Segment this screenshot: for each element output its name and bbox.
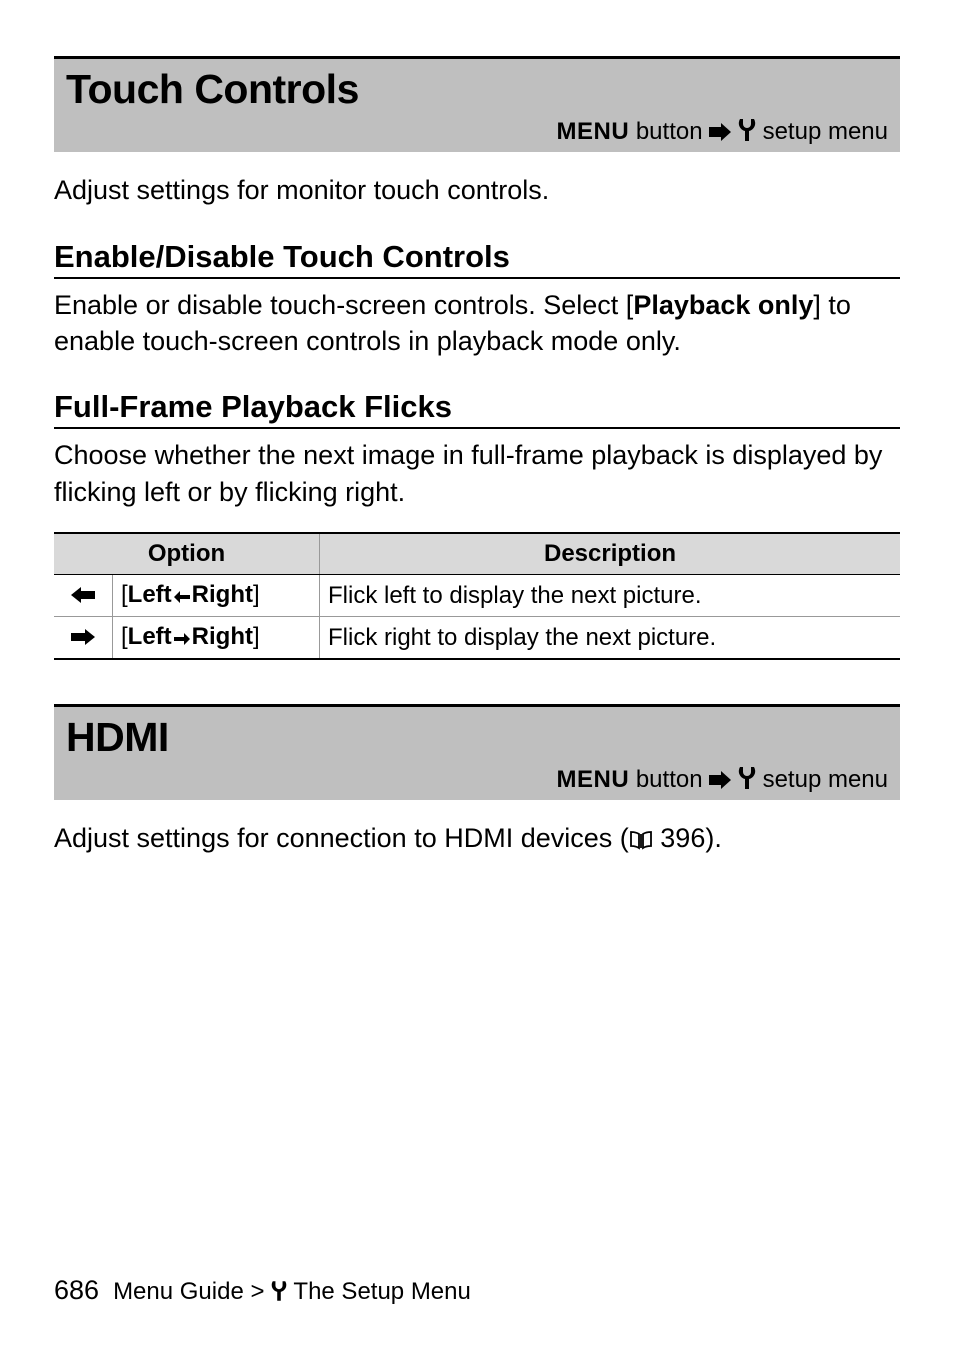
option-icon-cell [54,617,113,660]
arrow-left-small-icon [174,582,190,610]
page-number: 686 [54,1275,99,1306]
breadcrumb-suffix: The Setup Menu [293,1278,470,1305]
section-header-touch-controls: Touch Controls MENU button setup menu [54,56,900,152]
section-title: HDMI [66,715,888,760]
text-fragment: ] [253,623,260,650]
menu-name: setup menu [763,766,888,793]
flicks-text: Choose whether the next image in full-fr… [54,437,900,510]
table-row: [Left Right] Flick left to display the ne… [54,575,900,617]
arrow-left-icon [71,582,95,610]
intro-text: Adjust settings for monitor touch contro… [54,172,900,208]
hdmi-section: HDMI MENU button setup menu Adjust setti… [54,704,900,860]
text-bold-fragment: Playback only [633,290,813,320]
option-label-cell: [Left Right] [113,617,320,660]
text-fragment: Adjust settings for connection to HDMI d… [54,823,629,853]
menu-label: MENU [556,766,629,793]
text-fragment: [ [121,623,128,650]
arrow-right-icon [709,771,731,789]
text-fragment: [ [121,581,128,608]
section-title: Touch Controls [66,67,888,112]
text-fragment: ] [253,581,260,608]
page-footer: 686 Menu Guide > The Setup Menu [54,1275,900,1309]
arrow-right-icon [709,123,731,141]
menu-button-word: button [636,118,703,145]
hdmi-text: Adjust settings for connection to HDMI d… [54,820,900,859]
arrow-right-small-icon [174,624,190,652]
menu-path: MENU button setup menu [66,118,888,146]
enable-disable-text: Enable or disable touch-screen controls.… [54,287,900,360]
page-ref-icon [629,823,653,859]
section-header-hdmi: HDMI MENU button setup menu [54,704,900,800]
text-fragment: Left [128,623,172,650]
page-ref-number: 396 [660,823,705,853]
option-description-cell: Flick right to display the next picture. [320,617,901,660]
menu-path: MENU button setup menu [66,766,888,794]
table-header-description: Description [320,533,901,575]
text-fragment: Left [128,581,172,608]
menu-button-word: button [636,766,703,793]
option-label-cell: [Left Right] [113,575,320,617]
option-description-cell: Flick left to display the next picture. [320,575,901,617]
breadcrumb-prefix: Menu Guide > [113,1278,264,1305]
subheading-enable-disable: Enable/Disable Touch Controls [54,239,900,279]
manual-page: Touch Controls MENU button setup menu Ad… [0,0,954,1345]
table-header-option: Option [54,533,320,575]
flicks-options-table: Option Description [Left Right] Flick lef… [54,532,900,660]
wrench-icon [738,767,756,789]
wrench-icon [738,119,756,141]
wrench-icon [271,1280,287,1309]
breadcrumb: Menu Guide > The Setup Menu [113,1278,471,1309]
table-header-row: Option Description [54,533,900,575]
arrow-right-icon [71,624,95,652]
text-fragment: ). [705,823,722,853]
text-fragment: Right [192,581,253,608]
text-fragment: Enable or disable touch-screen controls.… [54,290,633,320]
option-icon-cell [54,575,113,617]
menu-label: MENU [556,118,629,145]
text-fragment: Right [192,623,253,650]
menu-name: setup menu [763,118,888,145]
subheading-flicks: Full-Frame Playback Flicks [54,389,900,429]
table-row: [Left Right] Flick right to display the n… [54,617,900,660]
